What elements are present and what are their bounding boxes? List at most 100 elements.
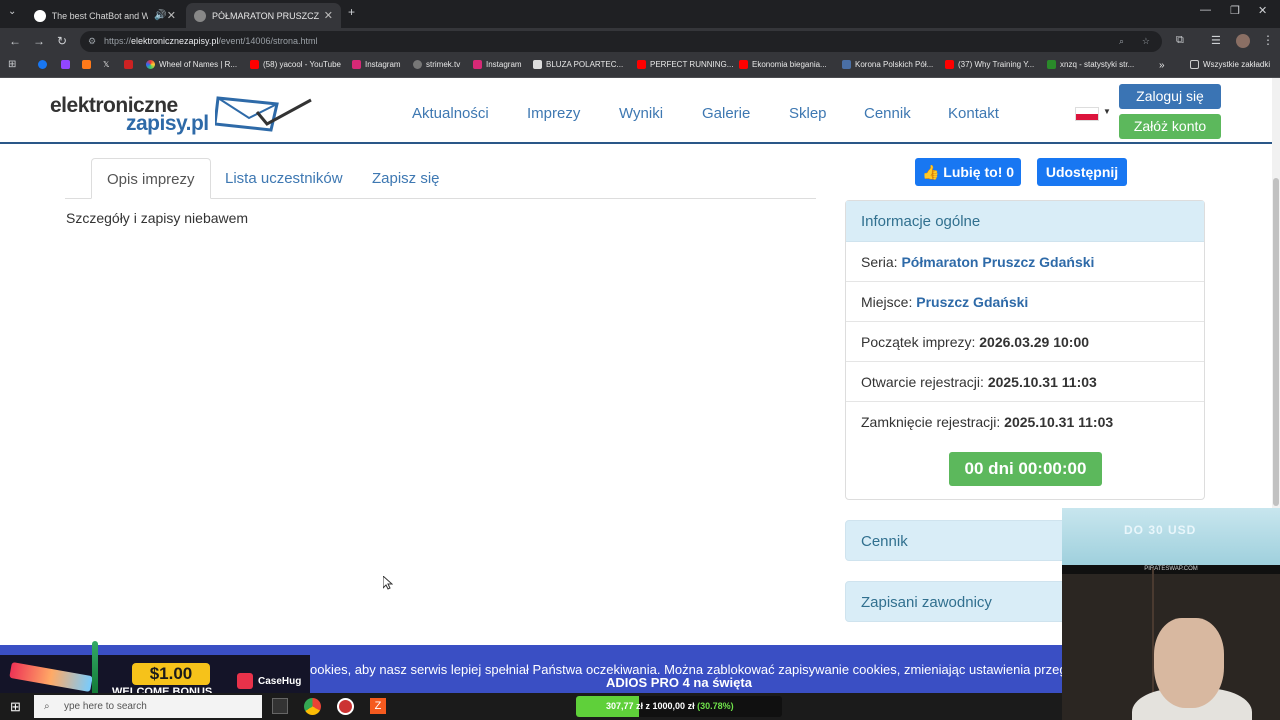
menu-icon[interactable]: ⋮ [1262, 33, 1274, 47]
donation-goal-bar: 307,77 zł z 1000,00 zł (30.78%) [576, 696, 782, 717]
x-bookmark-icon[interactable]: 𝕏 [103, 60, 109, 69]
terminal-app-icon[interactable] [272, 698, 288, 714]
globe-favicon-icon [194, 9, 206, 22]
nav-imprezy[interactable]: Imprezy [527, 105, 580, 122]
chrome-app-icon[interactable] [304, 698, 321, 715]
bookmark-strimek[interactable]: strimek.tv [413, 60, 460, 69]
tab-title: The best ChatBot and Widg [51, 10, 149, 21]
start-date: 2026.03.29 10:00 [979, 334, 1090, 350]
tab-zapisz-sie[interactable]: Zapisz się [357, 158, 455, 199]
language-dropdown-icon[interactable]: ▼ [1103, 107, 1111, 116]
cookie-promo-text: ADIOS PRO 4 na święta [606, 675, 752, 690]
forward-icon[interactable]: → [33, 34, 45, 48]
bookmark-ekonomia[interactable]: Ekonomia biegania... [739, 60, 827, 69]
nav-sklep[interactable]: Sklep [789, 105, 827, 122]
tab-lista-uczestnikow[interactable]: Lista uczestników [210, 158, 358, 199]
reading-list-icon[interactable]: ☰ [1211, 34, 1221, 47]
bookmark-instagram-2[interactable]: Instagram [473, 60, 522, 69]
ad-amount: $1.00 [132, 663, 210, 685]
streamer-webcam: DO 30 USD PIRATESWAP.COM [1062, 508, 1280, 720]
zoom-icon[interactable]: ⌕ [1119, 31, 1124, 52]
close-tab-icon[interactable]: ✕ [167, 9, 176, 22]
casehug-logo-icon [237, 673, 253, 689]
bookmark-perfect-running[interactable]: PERFECT RUNNING... [637, 60, 733, 69]
thumbs-up-icon: 👍 [921, 164, 940, 180]
share-button[interactable]: Udostępnij [1037, 158, 1127, 186]
all-bookmarks[interactable]: Wszystkie zakładki [1190, 60, 1270, 69]
scrollbar-thumb[interactable] [1273, 178, 1279, 506]
profile-avatar[interactable] [1236, 34, 1250, 48]
bookmarks-bar: ⊞ 𝕏 Wheel of Names | R... (58) yacool - … [0, 55, 1280, 78]
reload-icon[interactable]: ↻ [57, 34, 67, 48]
pirateswap-label: PIRATESWAP.COM [1062, 565, 1280, 574]
twitch-bookmark-icon[interactable] [61, 60, 74, 69]
bookmark-wheel-of-names[interactable]: Wheel of Names | R... [146, 60, 237, 69]
streamer-face [1154, 618, 1224, 708]
mouse-cursor-icon [383, 576, 393, 590]
info-row-series: Seria: Półmaraton Pruszcz Gdański [846, 242, 1204, 282]
app-bookmark-icon[interactable] [82, 60, 95, 69]
registration-close-date: 2025.10.31 11:03 [1004, 414, 1114, 430]
restore-icon[interactable]: ❐ [1230, 4, 1240, 17]
ad-brand: CaseHug [258, 676, 302, 687]
bookmark-star-icon[interactable]: ☆ [1142, 31, 1150, 52]
donation-goal-text: 307,77 zł z 1000,00 zł (30.78%) [606, 701, 734, 711]
browser-tab-event[interactable]: PÓŁMARATON PRUSZCZ GDAŃ ✕ [186, 3, 341, 28]
bookmark-xnzq[interactable]: xnzq - statystyki str... [1047, 60, 1134, 69]
register-button[interactable]: Załóż konto [1119, 114, 1221, 139]
bookmark-korona[interactable]: Korona Polskich Pół... [842, 60, 933, 69]
nav-wyniki[interactable]: Wyniki [619, 105, 663, 122]
obs-app-icon[interactable] [337, 698, 354, 715]
envelope-check-icon [215, 96, 312, 132]
browser-tab-chatbot[interactable]: The best ChatBot and Widg 🔊 ✕ [26, 3, 184, 28]
nav-aktualnosci[interactable]: Aktualności [412, 105, 489, 122]
info-panel-heading: Informacje ogólne [846, 201, 1204, 242]
tab-title: PÓŁMARATON PRUSZCZ GDAŃ [212, 10, 320, 21]
series-link[interactable]: Półmaraton Pruszcz Gdański [901, 254, 1094, 270]
browser-tab-strip: ⌄ The best ChatBot and Widg 🔊 ✕ PÓŁMARAT… [0, 0, 1280, 28]
more-bookmarks-icon[interactable]: » [1159, 60, 1165, 71]
extensions-icon[interactable]: ⧉ [1176, 34, 1184, 47]
back-icon[interactable]: ← [9, 34, 21, 48]
apps-icon[interactable]: ⊞ [8, 59, 16, 70]
tab-search-icon[interactable]: ⌄ [8, 6, 16, 17]
address-bar[interactable]: ⚙ https://elektronicznezapisy.pl/event/1… [80, 31, 1162, 52]
url-prefix: https:// [104, 36, 132, 46]
facebook-bookmark-icon[interactable] [38, 60, 51, 69]
browser-toolbar: ← → ↻ ⚙ https://elektronicznezapisy.pl/e… [0, 28, 1280, 55]
bookmark-youtube[interactable]: (58) yacool - YouTube [250, 60, 341, 69]
windows-start-icon[interactable]: ⊞ [10, 699, 21, 715]
logo-line2: zapisy.pl [126, 112, 209, 135]
nav-cennik[interactable]: Cennik [864, 105, 911, 122]
close-tab-icon[interactable]: ✕ [324, 9, 333, 22]
close-window-icon[interactable]: ✕ [1258, 4, 1267, 17]
weapon-skin-icon [9, 662, 93, 692]
taskbar-search[interactable]: ⌕ ype here to search [34, 695, 262, 718]
site-info-icon[interactable]: ⚙ [88, 31, 96, 52]
info-row-registration-close: Zamknięcie rejestracji: 2025.10.31 11:03 [861, 414, 1114, 430]
new-tab-icon[interactable]: + [348, 5, 355, 19]
tab-opis-imprezy[interactable]: Opis imprezy [91, 158, 211, 199]
app-z-icon[interactable]: Z [370, 698, 386, 714]
bookmark-bluza[interactable]: BLUZA POLARTEC... [533, 60, 623, 69]
location-link[interactable]: Pruszcz Gdański [916, 294, 1028, 310]
countdown-timer: 00 dni 00:00:00 [949, 452, 1102, 486]
info-row-start: Początek imprezy: 2026.03.29 10:00 [846, 322, 1204, 362]
nav-galerie[interactable]: Galerie [702, 105, 750, 122]
bookmark-icon[interactable] [124, 60, 137, 69]
login-button[interactable]: Zaloguj się [1119, 84, 1221, 109]
nav-kontakt[interactable]: Kontakt [948, 105, 999, 122]
bookmark-why-training[interactable]: (37) Why Training Y... [945, 60, 1034, 69]
audio-icon[interactable]: 🔊 [154, 10, 166, 21]
knife-icon [92, 641, 98, 697]
url-path: /event/14006/strona.html [218, 36, 318, 46]
language-flag-icon[interactable] [1075, 107, 1099, 121]
bookmark-instagram-1[interactable]: Instagram [352, 60, 401, 69]
url-host: elektronicznezapisy.pl [131, 36, 219, 46]
search-icon: ⌕ [44, 701, 50, 712]
info-row-location: Miejsce: Pruszcz Gdański [846, 282, 1204, 322]
facebook-like-button[interactable]: 👍 Lubię to! 0 [915, 158, 1021, 186]
like-label: Lubię to! 0 [943, 164, 1015, 180]
site-logo[interactable]: elektroniczne zapisy.pl [50, 88, 312, 136]
minimize-icon[interactable]: — [1200, 4, 1211, 16]
